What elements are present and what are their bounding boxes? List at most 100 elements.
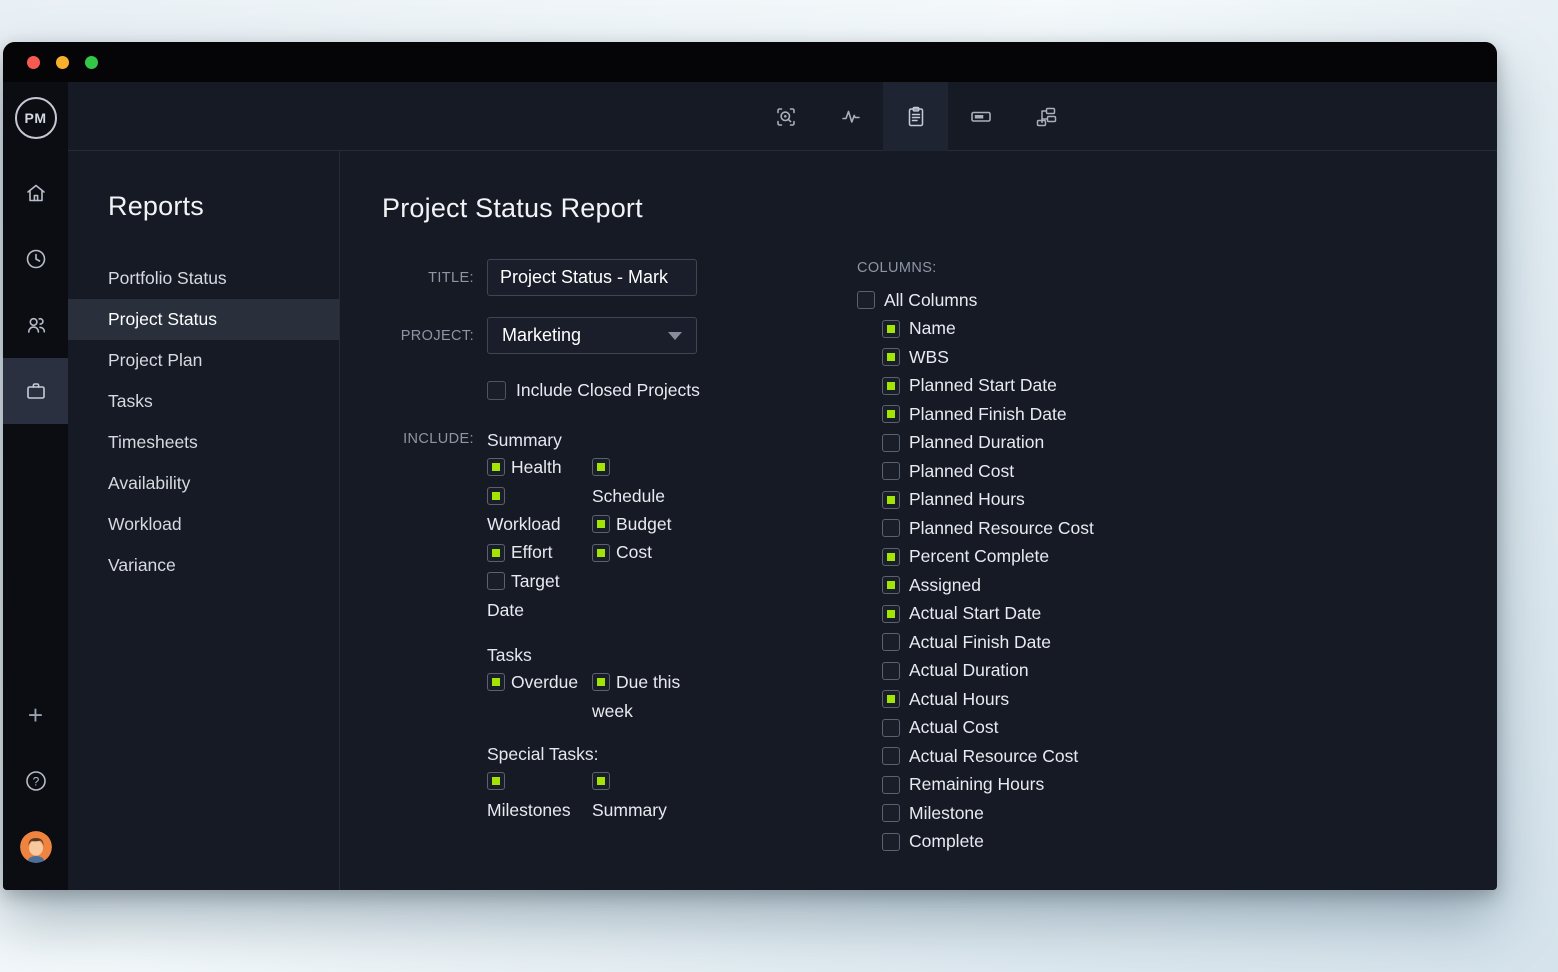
- include-closed-checkbox[interactable]: [487, 381, 506, 400]
- column-option-actual-resource-cost[interactable]: Actual Resource Cost: [882, 742, 1187, 771]
- include-option-budget[interactable]: Budget: [592, 510, 704, 539]
- toolbar-card[interactable]: [948, 82, 1013, 151]
- column-option-milestone[interactable]: Milestone: [882, 799, 1187, 828]
- checkbox[interactable]: [882, 434, 900, 452]
- column-option-label: Actual Cost: [909, 717, 998, 738]
- help-button[interactable]: ?: [3, 748, 68, 814]
- checkbox[interactable]: [882, 605, 900, 623]
- minimize-window-button[interactable]: [56, 56, 69, 69]
- column-option-planned-duration[interactable]: Planned Duration: [882, 429, 1187, 458]
- checkbox[interactable]: [882, 776, 900, 794]
- checkbox[interactable]: [882, 462, 900, 480]
- checkbox[interactable]: [592, 673, 610, 691]
- nav-home[interactable]: [3, 160, 68, 226]
- column-option-actual-cost[interactable]: Actual Cost: [882, 714, 1187, 743]
- checkbox[interactable]: [487, 458, 505, 476]
- checkbox[interactable]: [592, 515, 610, 533]
- include-option-schedule[interactable]: Schedule: [592, 453, 704, 510]
- column-option-label: All Columns: [884, 290, 977, 311]
- include-option-workload[interactable]: Workload: [487, 482, 590, 539]
- column-option-remaining-hours[interactable]: Remaining Hours: [882, 771, 1187, 800]
- checkbox[interactable]: [882, 662, 900, 680]
- sidebar-item-tasks[interactable]: Tasks: [68, 381, 339, 422]
- checkbox[interactable]: [882, 833, 900, 851]
- checkbox[interactable]: [882, 377, 900, 395]
- checkbox[interactable]: [487, 673, 505, 691]
- toolbar-activity[interactable]: [818, 82, 883, 151]
- include-option-label: Milestones: [487, 796, 590, 825]
- checkbox[interactable]: [882, 405, 900, 423]
- sidebar-item-project-status[interactable]: Project Status: [68, 299, 339, 340]
- nav-team[interactable]: [3, 292, 68, 358]
- zoom-window-button[interactable]: [85, 56, 98, 69]
- checkbox[interactable]: [592, 544, 610, 562]
- nav-portfolio[interactable]: [3, 358, 68, 424]
- include-option-effort[interactable]: Effort: [487, 539, 590, 568]
- column-option-assigned[interactable]: Assigned: [882, 571, 1187, 600]
- add-button[interactable]: +: [3, 682, 68, 748]
- column-option-actual-start-date[interactable]: Actual Start Date: [882, 600, 1187, 629]
- pm-logo[interactable]: PM: [15, 97, 57, 139]
- checkbox[interactable]: [487, 772, 505, 790]
- checkbox[interactable]: [487, 487, 505, 505]
- checkbox[interactable]: [882, 519, 900, 537]
- include-option-due-this-week[interactable]: Due thisweek: [592, 668, 704, 725]
- checkbox[interactable]: [882, 491, 900, 509]
- checkbox[interactable]: [882, 576, 900, 594]
- checkbox[interactable]: [857, 291, 875, 309]
- sidebar-item-portfolio-status[interactable]: Portfolio Status: [68, 258, 339, 299]
- checkbox[interactable]: [882, 747, 900, 765]
- toolbar-reports[interactable]: [883, 82, 948, 151]
- checkbox[interactable]: [882, 690, 900, 708]
- checkbox[interactable]: [592, 458, 610, 476]
- include-option-target-date[interactable]: TargetDate: [487, 567, 590, 624]
- user-menu[interactable]: [3, 814, 68, 880]
- sidebar-item-availability[interactable]: Availability: [68, 463, 339, 504]
- toolbar-scan-search[interactable]: [753, 82, 818, 151]
- checkbox[interactable]: [487, 572, 505, 590]
- column-option-planned-hours[interactable]: Planned Hours: [882, 486, 1187, 515]
- column-option-wbs[interactable]: WBS: [882, 343, 1187, 372]
- checkbox[interactable]: [882, 719, 900, 737]
- columns-list: NameWBSPlanned Start DatePlanned Finish …: [882, 315, 1187, 857]
- checkbox[interactable]: [882, 320, 900, 338]
- checkbox[interactable]: [592, 772, 610, 790]
- sidebar-item-variance[interactable]: Variance: [68, 545, 339, 586]
- checkbox[interactable]: [487, 544, 505, 562]
- nav-time[interactable]: [3, 226, 68, 292]
- include-option-cost[interactable]: Cost: [592, 539, 704, 568]
- plus-icon: +: [28, 702, 43, 728]
- column-option-percent-complete[interactable]: Percent Complete: [882, 543, 1187, 572]
- clipboard-report-icon: [904, 105, 928, 129]
- title-input[interactable]: [487, 259, 697, 296]
- project-select-value: Marketing: [502, 325, 581, 346]
- column-option-planned-cost[interactable]: Planned Cost: [882, 457, 1187, 486]
- column-option-complete[interactable]: Complete: [882, 828, 1187, 857]
- include-option-milestones[interactable]: Milestones: [487, 767, 590, 824]
- project-select[interactable]: Marketing: [487, 317, 697, 354]
- column-option-actual-hours[interactable]: Actual Hours: [882, 685, 1187, 714]
- include-option-overdue[interactable]: Overdue: [487, 668, 590, 697]
- column-option-planned-finish-date[interactable]: Planned Finish Date: [882, 400, 1187, 429]
- checkbox[interactable]: [882, 633, 900, 651]
- column-option-label: Milestone: [909, 803, 984, 824]
- column-option-name[interactable]: Name: [882, 315, 1187, 344]
- include-option-label: Summary: [592, 796, 704, 825]
- column-option-all-columns[interactable]: All Columns: [857, 286, 1187, 315]
- column-option-label: Remaining Hours: [909, 774, 1044, 795]
- column-option-planned-resource-cost[interactable]: Planned Resource Cost: [882, 514, 1187, 543]
- column-option-planned-start-date[interactable]: Planned Start Date: [882, 372, 1187, 401]
- sidebar-item-project-plan[interactable]: Project Plan: [68, 340, 339, 381]
- column-option-actual-duration[interactable]: Actual Duration: [882, 657, 1187, 686]
- close-window-button[interactable]: [27, 56, 40, 69]
- include-closed-option[interactable]: Include Closed Projects: [487, 380, 840, 401]
- sidebar-item-timesheets[interactable]: Timesheets: [68, 422, 339, 463]
- checkbox[interactable]: [882, 804, 900, 822]
- toolbar-workflow[interactable]: [1013, 82, 1078, 151]
- checkbox[interactable]: [882, 548, 900, 566]
- checkbox[interactable]: [882, 348, 900, 366]
- column-option-actual-finish-date[interactable]: Actual Finish Date: [882, 628, 1187, 657]
- include-option-summary[interactable]: Summary: [592, 767, 704, 824]
- sidebar-item-workload[interactable]: Workload: [68, 504, 339, 545]
- include-option-health[interactable]: Health: [487, 453, 590, 482]
